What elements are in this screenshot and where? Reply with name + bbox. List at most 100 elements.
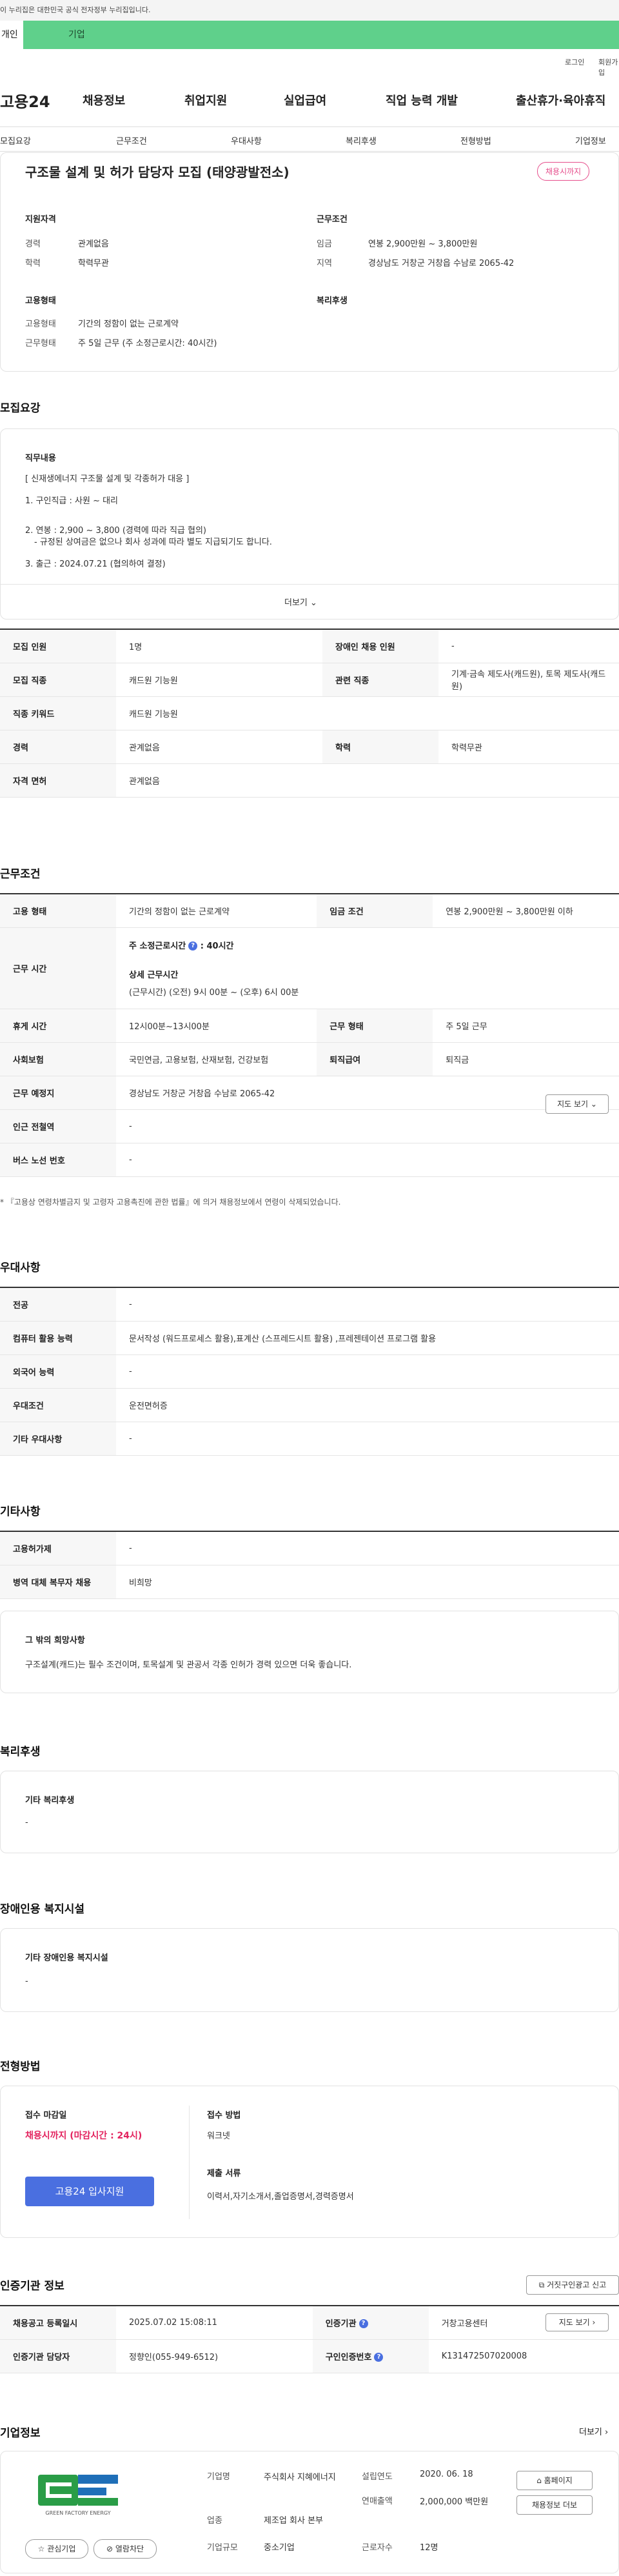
edu-value: 학력무관 (78, 259, 109, 268)
hours-main-value: : 40시간 (200, 941, 234, 951)
block-label: 열람차단 (115, 2544, 144, 2553)
cell-value: - (438, 629, 619, 663)
table-row: 컴퓨터 활용 능력 문서작성 (워드프로세스 활용),표계산 (스프레드시트 활용… (0, 1321, 619, 1355)
cell-header: 휴게 시간 (0, 1009, 116, 1043)
etype-label: 고용형태 (25, 319, 56, 329)
cell-value: 국민연금, 고용보험, 산재보험, 건강보험 (116, 1042, 317, 1076)
map-button[interactable]: 지도 보기 ⌄ (545, 1094, 609, 1114)
homepage-button[interactable]: ⌂ 홈페이지 (516, 2471, 593, 2490)
help-icon[interactable]: ? (359, 2319, 368, 2329)
company-more-link[interactable]: 더보기 › (579, 2425, 608, 2437)
top-tabs: 개인 기업 (0, 21, 619, 49)
table-row: 근무 예정지 경상남도 거창군 거창읍 수남로 2065-42 (0, 1076, 619, 1110)
cell-value: - (116, 1109, 619, 1143)
lnb-welfare[interactable]: 복리후생 (346, 134, 377, 146)
cell-header: 고용허가제 (0, 1531, 116, 1565)
pref-title: 우대사항 (0, 1262, 41, 1274)
wtype-value: 주 5일 근무 (주 소정근로시간: 40시간) (78, 339, 217, 348)
table-row: 인증기관 담당자 정향인(055-949-6512) 구인인증번호? K1314725… (0, 2339, 619, 2373)
gnb-benefit[interactable]: 실업급여 (284, 92, 326, 108)
duty-line-3: - 규정된 상여금은 없으나 회사 성과에 따라 별도 지급되기도 합니다. (34, 538, 272, 547)
duty-title: 직무내용 (25, 454, 56, 463)
cell-header: 전공 (0, 1287, 116, 1322)
cell-value: 관계없음 (116, 730, 322, 764)
industry-value: 제조업 회사 본부 (264, 2516, 323, 2526)
tab-individual[interactable]: 개인 (0, 21, 23, 49)
help-icon[interactable]: ? (188, 941, 198, 951)
fav-label: 관심기업 (47, 2544, 76, 2553)
cell-value: 퇴직금 (433, 1042, 619, 1076)
lnb-recruit[interactable]: 모집요강 (0, 134, 31, 146)
deadline-value: 채용시까지 (마감시간 : 24시) (25, 2131, 142, 2141)
block-icon: ⊘ (106, 2544, 113, 2553)
chevron-down-icon: ⌄ (590, 1100, 597, 1109)
fav-company-button[interactable]: ☆ 관심기업 (25, 2539, 88, 2559)
cell-header: 장애인 채용 인원 (322, 629, 438, 663)
help-icon[interactable]: ? (374, 2353, 384, 2362)
duty-line-2: 2. 연봉 : 2,900 ~ 3,800 (경력에 따라 직급 협의) (25, 526, 207, 536)
company-jobs-button[interactable]: 채용정보 더보 (516, 2495, 593, 2515)
report-icon: ⧉ (538, 2280, 545, 2289)
cell-value: 캐드원 기능원 (116, 696, 619, 730)
table-row: 채용공고 등록일시 2025.07.02 15:08:11 인증기관? 거창고용센터 (0, 2305, 619, 2340)
disab-card: 기타 장애인용 복지시설 - (0, 1928, 619, 2012)
table-row: 휴게 시간 12시00분~13시00분 근무 형태 주 5일 근무 (0, 1009, 619, 1043)
cell-header: 근무 시간 (0, 927, 116, 1009)
lnb-company[interactable]: 기업정보 (575, 134, 606, 146)
cell-value: - (116, 1531, 619, 1565)
cell-value: 1명 (116, 629, 322, 663)
docs-value: 이력서,자기소개서,졸업증명서,경력증명서 (207, 2192, 354, 2202)
table-row: 고용 형태 기간의 정함이 없는 근로계약 임금 조건 연봉 2,900만원 ~ 3,… (0, 893, 619, 928)
welfare-card: 기타 복리후생 - (0, 1771, 619, 1853)
lnb-work[interactable]: 근무조건 (116, 134, 147, 146)
wage-label: 임금 (317, 239, 332, 249)
home-icon: ⌂ (536, 2476, 542, 2485)
login-link[interactable]: 로그인 (565, 57, 584, 67)
cell-value: - (116, 1287, 619, 1322)
signup-link[interactable]: 회원가입 (598, 57, 619, 77)
cell-value: 문서작성 (워드프로세스 활용),표계산 (스프레드시트 활용) ,프레젠테이션… (116, 1321, 619, 1355)
lnb-process[interactable]: 전형방법 (460, 134, 491, 146)
deadline-title: 접수 마감일 (25, 2111, 67, 2120)
qual-title: 지원자격 (25, 215, 56, 225)
sales-value: 2,000,000 백만원 (420, 2497, 489, 2507)
duty-line-0: [ 신재생에너지 구조물 설계 및 각종허가 대응 ] (25, 474, 190, 484)
cell-header: 임금 조건 (317, 893, 433, 928)
cell-header: 인증기관 담당자 (0, 2339, 116, 2373)
emp-title: 고용형태 (25, 296, 56, 306)
welfare-value: - (25, 1818, 28, 1827)
cert-map-button[interactable]: 지도 보기 › (545, 2313, 609, 2331)
cell-value: 기간의 정함이 없는 근로계약 (116, 893, 317, 928)
etc-title: 기타사항 (0, 1505, 41, 1518)
map-button-label: 지도 보기 (557, 1100, 589, 1109)
table-row: 전공 - (0, 1287, 619, 1322)
gnb-leave[interactable]: 출산휴가·육아휴직 (516, 92, 605, 108)
disab-value: - (25, 1977, 28, 1986)
work-table: 고용 형태 기간의 정함이 없는 근로계약 임금 조건 연봉 2,900만원 ~ 3,… (0, 893, 619, 1177)
more-divider (1, 584, 618, 585)
gnb-support[interactable]: 취업지원 (184, 92, 227, 108)
company-logo-image: GREEN FACTORY ENERGY (38, 2475, 118, 2516)
report-button[interactable]: ⧉ 거짓구인광고 신고 (526, 2275, 619, 2295)
brand-logo[interactable]: 고용24 (0, 89, 50, 112)
block-button[interactable]: ⊘ 열람차단 (93, 2539, 157, 2559)
hope-title: 그 밖의 희망사항 (25, 1636, 85, 1645)
cell-header: 모집 직종 (0, 663, 116, 697)
lnb-pref[interactable]: 우대사항 (231, 134, 262, 146)
org-label: 인증기관 (325, 2319, 357, 2329)
chevron-down-icon: ⌄ (310, 598, 317, 608)
gnb-jobs[interactable]: 채용정보 (83, 92, 125, 108)
cell-header: 근무 형태 (317, 1009, 433, 1043)
cell-value: 비희망 (116, 1565, 619, 1599)
more-label: 더보기 (284, 598, 308, 608)
more-button[interactable]: 더보기 ⌄ (284, 596, 317, 608)
deadline-badge: 채용시까지 (537, 162, 590, 181)
num-label: 구인인증번호 (325, 2352, 372, 2362)
tab-company[interactable]: 기업 (23, 21, 619, 49)
industry-label: 업종 (207, 2516, 222, 2526)
cell-value: 학력무관 (438, 730, 619, 764)
apply-button[interactable]: 고용24 입사지원 (25, 2177, 154, 2206)
hope-card: 그 밖의 희망사항 구조설계(캐드)는 필수 조건이며, 토목설계 및 관공서 … (0, 1611, 619, 1693)
gnb-training[interactable]: 직업 능력 개발 (386, 92, 458, 108)
pref-table: 전공 - 컴퓨터 활용 능력 문서작성 (워드프로세스 활용),표계산 (스프레드시… (0, 1287, 619, 1456)
